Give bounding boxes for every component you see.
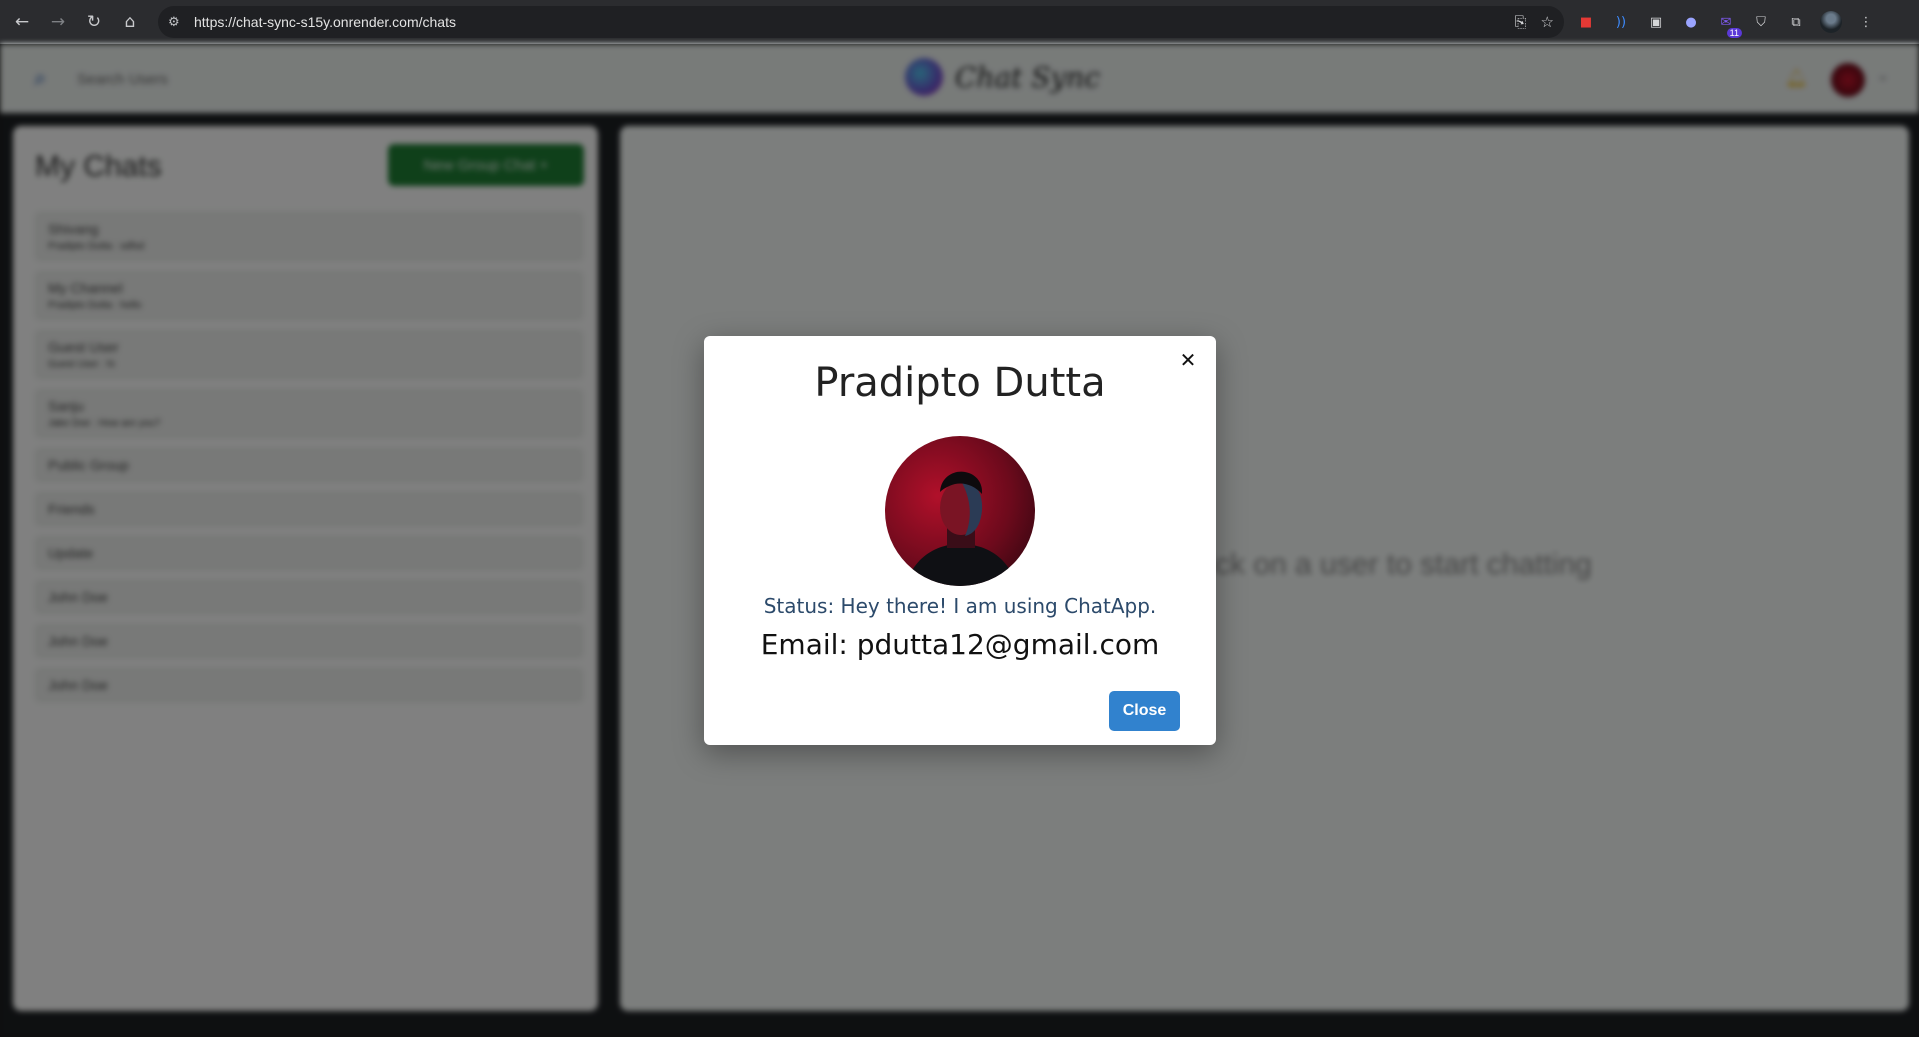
window-extension-icon[interactable]: ▣ <box>1645 11 1667 33</box>
site-info-icon[interactable]: ⚙ <box>168 15 188 30</box>
install-app-icon[interactable]: ⎘ <box>1515 13 1527 31</box>
modal-title: Pradipto Dutta <box>814 360 1106 406</box>
home-icon[interactable]: ⌂ <box>112 4 148 40</box>
portrait-image <box>905 471 1017 586</box>
lock-extension-icon[interactable]: ■ <box>1575 11 1597 33</box>
profile-modal: Pradipto Dutta ✕ Status: Hey there! I am… <box>704 336 1216 745</box>
forward-icon[interactable]: → <box>40 4 76 40</box>
menu-kebab-icon[interactable]: ⋮ <box>1855 11 1877 33</box>
close-icon[interactable]: ✕ <box>1174 346 1202 374</box>
wave-extension-icon[interactable]: )) <box>1610 11 1632 33</box>
shield-extension-icon[interactable]: ⛉ <box>1750 11 1772 33</box>
profile-picture <box>885 436 1035 586</box>
bookmark-star-icon[interactable]: ☆ <box>1541 13 1554 31</box>
address-bar[interactable]: ⚙ https://chat-sync-s15y.onrender.com/ch… <box>158 6 1564 38</box>
puzzle-extension-icon[interactable]: ⧉ <box>1785 11 1807 33</box>
browser-toolbar: ← → ↻ ⌂ ⚙ https://chat-sync-s15y.onrende… <box>0 0 1919 44</box>
profile-avatar-icon[interactable] <box>1820 11 1842 33</box>
extensions-area: ■ )) ▣ ● ✉ 11 ⛉ ⧉ ⋮ <box>1575 6 1877 38</box>
mail-extension-icon[interactable]: ✉ 11 <box>1715 11 1742 38</box>
back-icon[interactable]: ← <box>4 4 40 40</box>
close-button[interactable]: Close <box>1109 691 1180 731</box>
extension-badge: 11 <box>1726 28 1742 38</box>
profile-email: Email: pdutta12@gmail.com <box>760 628 1160 661</box>
url-text: https://chat-sync-s15y.onrender.com/chat… <box>194 14 456 30</box>
cursor-extension-icon[interactable]: ● <box>1680 11 1702 33</box>
profile-status: Status: Hey there! I am using ChatApp. <box>763 594 1157 618</box>
reload-icon[interactable]: ↻ <box>76 4 112 40</box>
